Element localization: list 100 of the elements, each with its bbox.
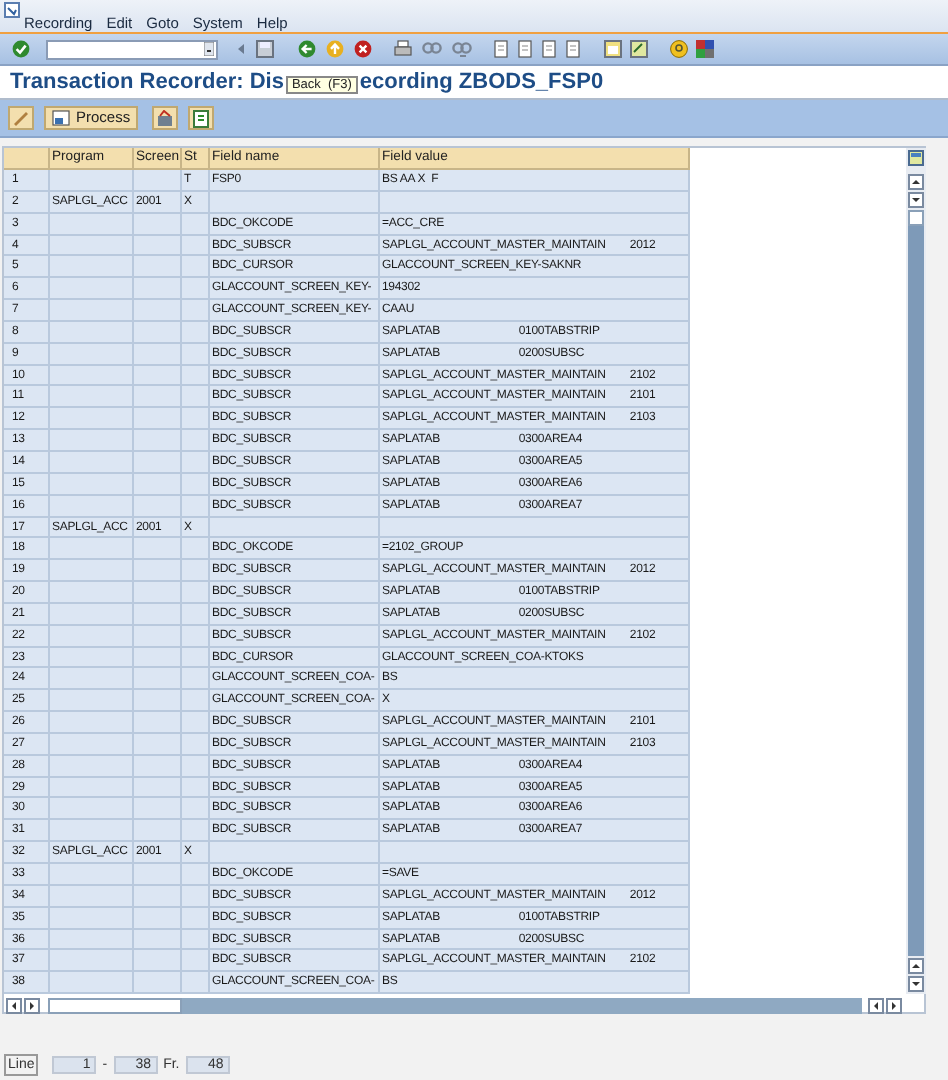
table-cell [182,603,210,626]
table-cell [182,668,210,691]
toolbar-button[interactable] [188,106,215,130]
table-cell [134,712,182,734]
document-icon [192,109,211,127]
table-cell [134,235,182,257]
scroll-right-icon[interactable] [886,997,902,1013]
table-cell [50,647,134,669]
window-icon[interactable] [630,40,648,58]
table-cell [50,473,134,496]
table-cell [50,560,134,583]
table-cell [50,972,134,994]
tools-icon [156,109,175,127]
table-cell [134,170,182,192]
table-cell [182,408,210,431]
scrollbar-thumb[interactable] [48,997,182,1013]
process-icon [52,110,70,126]
table-cell [182,712,210,734]
save-icon[interactable] [256,40,274,58]
screen-title: Transaction Recorder: Dis [10,67,284,98]
table-cell [134,321,182,344]
table-cell [134,343,182,366]
table-cell [134,603,182,626]
table-cell [50,451,134,474]
print-icon[interactable] [394,40,412,58]
table-cell [134,733,182,756]
table-cell [50,430,134,452]
last-page-icon[interactable] [566,40,582,58]
table-cell [134,300,182,322]
table-cell [50,213,134,236]
table-cell [182,300,210,322]
table-settings-icon[interactable] [908,150,924,166]
table-cell [134,755,182,778]
table-cell [50,495,134,517]
table-cell [50,386,134,409]
edit-button[interactable] [8,106,34,130]
table-cell [134,451,182,474]
table-cell [182,972,210,994]
table-cell [182,950,210,973]
table-cell [50,907,134,930]
previous-page-icon[interactable] [518,40,534,58]
table-cell [182,473,210,496]
screen-title: ecording ZBODS_FSP0 [359,67,604,98]
find-next-icon[interactable] [452,40,472,58]
dropdown-icon[interactable] [204,42,214,56]
toolbar-button[interactable] [152,106,179,130]
table-cell [134,538,182,561]
table-cell [50,278,134,301]
scroll-right-icon[interactable] [24,997,40,1013]
table-cell [134,820,182,843]
scroll-down-icon[interactable] [908,976,924,992]
table-cell [134,560,182,583]
table-cell [182,451,210,474]
table-cell [50,256,134,279]
first-page-icon[interactable] [494,40,510,58]
scroll-down-icon[interactable] [908,192,924,208]
scroll-up-icon[interactable] [908,958,924,974]
help-icon[interactable] [670,40,688,58]
table-cell [50,864,134,886]
table-cell [50,950,134,973]
cancel-icon[interactable] [354,40,372,58]
table-cell [50,300,134,322]
table-cell [182,798,210,821]
back-icon[interactable] [298,40,316,58]
window-icon[interactable] [604,40,622,58]
vertical-scrollbar[interactable] [906,148,926,994]
table-cell [134,668,182,691]
triangle-icon[interactable] [236,42,246,56]
table-cell [134,278,182,301]
table-cell [134,885,182,908]
table-cell [134,647,182,669]
table-cell [182,495,210,517]
scroll-left-icon[interactable] [868,997,884,1013]
menu-icon[interactable] [4,2,20,18]
layout-icon[interactable] [696,40,714,58]
table-cell [182,538,210,561]
table-cell [182,235,210,257]
table-cell [50,170,134,192]
scrollbar-track[interactable] [48,997,862,1013]
check-icon[interactable] [12,40,30,58]
table-cell [134,408,182,431]
find-icon[interactable] [422,40,442,58]
scroll-up-icon[interactable] [908,174,924,190]
table-cell [134,365,182,387]
table-cell [134,972,182,994]
table-cell [182,733,210,756]
table-cell [50,625,134,648]
table-cell [182,365,210,387]
header-cell [4,148,50,170]
scrollbar-thumb[interactable] [908,210,924,226]
next-page-icon[interactable] [542,40,558,58]
table-cell [182,278,210,301]
table-cell [50,321,134,344]
table-cell [182,929,210,951]
command-field[interactable] [46,39,218,59]
scroll-left-icon[interactable] [6,997,22,1013]
table-cell [182,864,210,886]
table-cell [50,365,134,387]
table-cell [182,321,210,344]
table-cell [50,712,134,734]
